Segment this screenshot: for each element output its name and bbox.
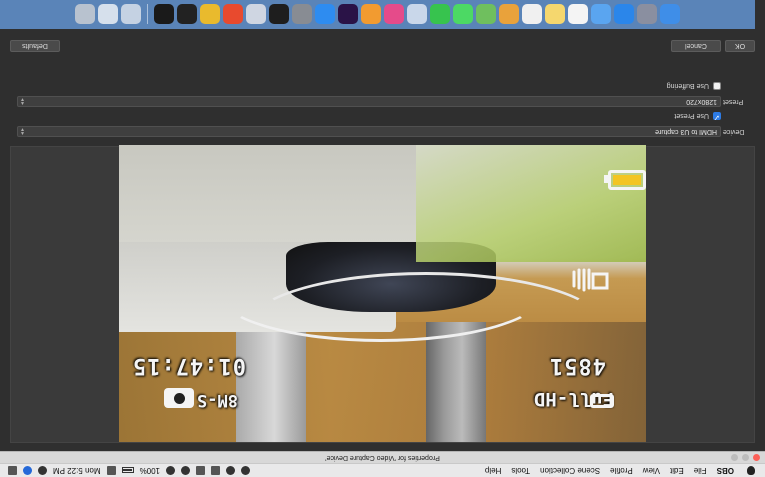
ibooks-icon[interactable] — [361, 4, 381, 25]
screen: OBS File Edit View Profile Scene Collect… — [0, 0, 765, 477]
menu-edit[interactable]: Edit — [670, 466, 684, 475]
dock — [0, 0, 755, 29]
finder-icon[interactable] — [660, 4, 680, 25]
status-area: 100% Mon 5:22 PM — [8, 466, 251, 475]
osd-shot-counter: 4851 — [549, 353, 606, 378]
menu-profile[interactable]: Profile — [610, 466, 633, 475]
maximize-icon[interactable] — [731, 454, 738, 461]
menu-scene-collection[interactable]: Scene Collection — [540, 466, 600, 475]
ok-button[interactable]: OK — [725, 40, 755, 52]
osd-timecode: 01:47:15 — [132, 353, 246, 378]
preset-select[interactable]: 1280x720 ▴ ▾ — [17, 96, 721, 107]
notes-icon[interactable] — [545, 4, 565, 25]
battery-percent: 100% — [139, 466, 161, 475]
menu-bar: OBS File Edit View Profile Scene Collect… — [0, 463, 765, 477]
preset-value: 1280x720 — [686, 98, 717, 105]
cancel-button[interactable]: Cancel — [671, 40, 721, 52]
messages-icon[interactable] — [453, 4, 473, 25]
device-row: Device HDMI to U3 capture ▴ ▾ — [17, 126, 747, 137]
safari-icon[interactable] — [614, 4, 634, 25]
obs-icon[interactable] — [154, 4, 174, 25]
close-icon[interactable] — [753, 454, 760, 461]
preview-green-object — [416, 145, 646, 262]
calendar-icon[interactable] — [568, 4, 588, 25]
appstore-icon[interactable] — [315, 4, 335, 25]
window-title-bar: Properties for 'Video Capture Device' — [0, 451, 765, 463]
use-buffering-checkbox[interactable] — [713, 82, 721, 90]
select-arrows-icon: ▴ ▾ — [21, 126, 25, 136]
use-buffering-row[interactable]: Use Buffering — [667, 81, 721, 91]
use-buffering-label: Use Buffering — [666, 82, 709, 90]
preview-panel: 4851 01:47:15 Full-HD 8M-S — [10, 145, 755, 443]
defaults-button[interactable]: Defaults — [10, 40, 60, 52]
input-source-icon[interactable] — [106, 466, 116, 475]
launchpad-icon[interactable] — [637, 4, 657, 25]
messages-status-icon[interactable] — [226, 466, 236, 475]
documents-icon[interactable] — [98, 4, 118, 25]
camera-battery-icon — [608, 170, 646, 190]
reminders-icon[interactable] — [522, 4, 542, 25]
menu-app-name[interactable]: OBS — [717, 466, 734, 475]
use-preset-label: Use Preset — [674, 112, 709, 120]
apple-menu-icon[interactable] — [745, 466, 757, 476]
memory-card-icon — [590, 394, 614, 408]
menu-file[interactable]: File — [694, 466, 707, 475]
terminal-icon[interactable] — [269, 4, 289, 25]
device-label: Device — [723, 128, 745, 135]
mail-icon[interactable] — [591, 4, 611, 25]
window-title: Properties for 'Video Capture Device' — [325, 454, 440, 461]
chrome-icon[interactable] — [200, 4, 220, 25]
obs-status-icon[interactable] — [241, 466, 251, 475]
premiere-icon[interactable] — [338, 4, 358, 25]
menu-view[interactable]: View — [643, 466, 660, 475]
notification-center-icon[interactable] — [8, 466, 17, 475]
photos-icon[interactable] — [499, 4, 519, 25]
airplay-status-icon[interactable] — [196, 466, 206, 475]
preview-icon[interactable] — [407, 4, 427, 25]
usb-icon[interactable] — [246, 4, 266, 25]
system-preferences-icon[interactable] — [292, 4, 312, 25]
wifi-icon[interactable] — [166, 466, 176, 475]
preset-row: Preset 1280x720 ▴ ▾ — [17, 96, 747, 107]
display-status-icon[interactable] — [211, 466, 221, 475]
select-arrows-icon: ▴ ▾ — [21, 96, 25, 106]
use-preset-checkbox[interactable] — [713, 112, 721, 120]
terminal2-icon[interactable] — [177, 4, 197, 25]
video-preview: 4851 01:47:15 Full-HD 8M-S — [119, 145, 646, 442]
use-preset-row[interactable]: Use Preset — [674, 111, 721, 121]
menu-help[interactable]: Help — [485, 466, 501, 475]
osd-quality: 8M-S — [197, 390, 238, 410]
siri-icon[interactable] — [23, 466, 32, 475]
preset-label: Preset — [723, 98, 744, 105]
stabilizer-hand-icon — [572, 268, 609, 292]
trash-icon[interactable] — [75, 4, 95, 25]
spotlight-icon[interactable] — [38, 466, 47, 475]
device-select[interactable]: HDMI to U3 capture ▴ ▾ — [17, 126, 721, 137]
itunes-icon[interactable] — [384, 4, 404, 25]
downloads-icon[interactable] — [121, 4, 141, 25]
battery-fill — [613, 175, 641, 185]
minimize-icon[interactable] — [742, 454, 749, 461]
volume-icon[interactable] — [181, 466, 191, 475]
camera-icon — [164, 388, 194, 408]
window-controls — [731, 454, 760, 461]
brush-icon[interactable] — [223, 4, 243, 25]
dock-separator — [147, 4, 148, 25]
menu-tools[interactable]: Tools — [511, 466, 530, 475]
facetime-icon[interactable] — [430, 4, 450, 25]
device-value: HDMI to U3 capture — [655, 128, 717, 135]
maps-icon[interactable] — [476, 4, 496, 25]
menu-clock[interactable]: Mon 5:22 PM — [53, 466, 101, 475]
battery-icon[interactable] — [121, 467, 134, 474]
